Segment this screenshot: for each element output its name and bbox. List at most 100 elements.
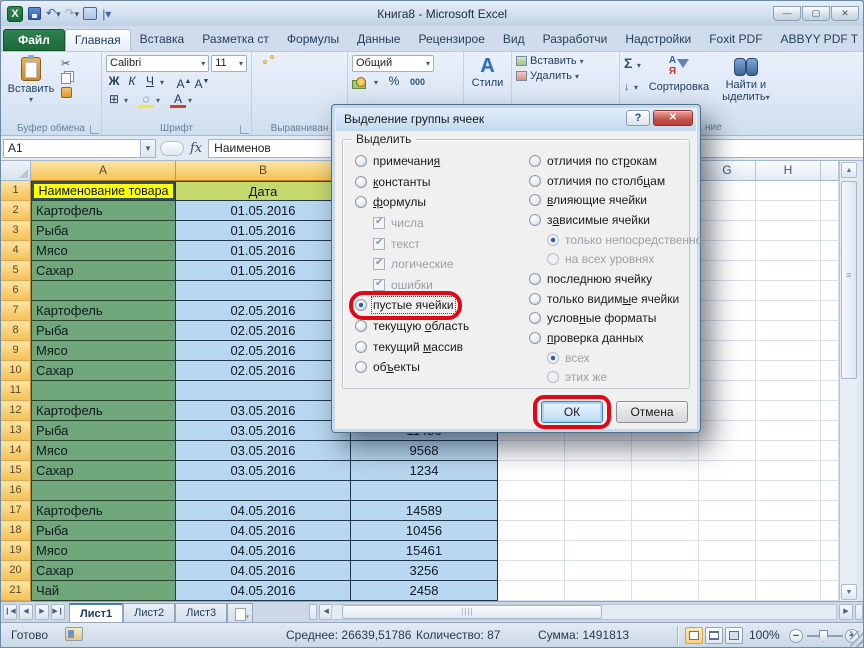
find-select-icon[interactable] — [734, 58, 758, 74]
font-size-select[interactable]: 11▾ — [211, 55, 247, 72]
sheet-tab-Лист1[interactable]: Лист1 — [69, 603, 123, 622]
zoom-slider-thumb[interactable] — [819, 630, 828, 642]
cell[interactable] — [756, 521, 821, 541]
cell[interactable] — [498, 521, 565, 541]
dlg-right-option-0[interactable]: отличия по строкам — [529, 151, 657, 171]
radio-условные форматы[interactable] — [529, 312, 541, 324]
number-format-select[interactable]: Общий▾ — [352, 55, 434, 72]
cell[interactable] — [756, 341, 821, 361]
formula-bar-handle[interactable] — [160, 141, 184, 156]
cell[interactable] — [699, 241, 756, 261]
cell[interactable] — [699, 181, 756, 201]
accounting-format-icon[interactable] — [352, 77, 366, 88]
cell[interactable] — [498, 561, 565, 581]
horizontal-scroll-thumb[interactable] — [342, 605, 602, 619]
col-header-A[interactable]: A — [31, 161, 176, 181]
row-header-21[interactable]: 21 — [1, 581, 31, 601]
cell[interactable] — [699, 481, 756, 501]
cell-B14[interactable]: 03.05.2016 — [176, 441, 351, 461]
cell-C14[interactable]: 9568 — [351, 441, 498, 461]
insert-cells-button[interactable]: Вставить▾ — [516, 55, 615, 67]
cell-A10[interactable]: Сахар — [31, 361, 176, 381]
cell[interactable] — [699, 281, 756, 301]
cell[interactable] — [699, 261, 756, 281]
cell[interactable] — [821, 261, 839, 281]
align-top-icon[interactable] — [256, 55, 260, 59]
cell[interactable] — [699, 541, 756, 561]
ribbon-tab-Главная[interactable]: Главная — [65, 29, 131, 51]
row-header-13[interactable]: 13 — [1, 421, 31, 441]
cell-A7[interactable]: Картофель — [31, 301, 176, 321]
cell[interactable] — [821, 561, 839, 581]
cell[interactable] — [699, 201, 756, 221]
dlg-left-option-10[interactable]: объекты — [355, 357, 420, 378]
cell[interactable] — [756, 281, 821, 301]
cell[interactable] — [565, 521, 632, 541]
dialog-help-button[interactable]: ? — [626, 110, 650, 126]
cell-A8[interactable]: Рыба — [31, 321, 176, 341]
dlg-left-option-9[interactable]: текущий массив — [355, 336, 463, 357]
next-sheet-icon[interactable]: ▶ — [35, 604, 49, 620]
window-minimize-button[interactable]: — — [773, 6, 801, 21]
cell[interactable] — [632, 481, 699, 501]
radio-влияющие ячейки[interactable] — [529, 194, 541, 206]
radio-объекты[interactable] — [355, 361, 367, 373]
dlg-right-option-3[interactable]: зависимые ячейки — [529, 210, 650, 230]
cell-C18[interactable]: 10456 — [351, 521, 498, 541]
col-header-G[interactable]: G — [699, 161, 756, 181]
radio-отличия по строкам[interactable] — [529, 155, 541, 167]
cell[interactable] — [565, 581, 632, 601]
cell-A9[interactable]: Мясо — [31, 341, 176, 361]
row-header-15[interactable]: 15 — [1, 461, 31, 481]
align-middle-icon[interactable] — [263, 55, 267, 59]
shrink-font-button[interactable]: А▼ — [194, 74, 210, 90]
file-tab[interactable]: Файл — [3, 29, 65, 51]
row-header-3[interactable]: 3 — [1, 221, 31, 241]
font-color-button[interactable]: А — [170, 92, 186, 108]
col-header-B[interactable]: B — [176, 161, 351, 181]
cell[interactable] — [699, 421, 756, 441]
cell[interactable] — [756, 421, 821, 441]
select-all-corner[interactable] — [1, 161, 31, 181]
cell[interactable] — [821, 481, 839, 501]
cell-A13[interactable]: Рыба — [31, 421, 176, 441]
cell-A1[interactable]: Наименование товара — [31, 181, 176, 201]
cell[interactable] — [699, 341, 756, 361]
row-header-2[interactable]: 2 — [1, 201, 31, 221]
cell-B2[interactable]: 01.05.2016 — [176, 201, 351, 221]
styles-icon[interactable]: А — [468, 55, 507, 77]
cell[interactable] — [565, 461, 632, 481]
cell[interactable] — [756, 381, 821, 401]
cell[interactable] — [821, 181, 839, 201]
cell[interactable] — [699, 361, 756, 381]
cancel-button[interactable]: Отмена — [616, 401, 688, 423]
cell[interactable] — [756, 181, 821, 201]
row-header-7[interactable]: 7 — [1, 301, 31, 321]
cell[interactable] — [756, 541, 821, 561]
cell[interactable] — [699, 221, 756, 241]
radio-текущий массив[interactable] — [355, 341, 367, 353]
cell-A20[interactable]: Сахар — [31, 561, 176, 581]
first-sheet-icon[interactable]: ❙◀ — [3, 604, 17, 620]
ribbon-tab-Данные[interactable]: Данные — [348, 29, 409, 51]
sort-filter-icon[interactable]: АЯ — [669, 55, 689, 77]
wrap-text-icon[interactable] — [277, 60, 281, 64]
ribbon-tab-Вид[interactable]: Вид — [494, 29, 534, 51]
cell-B13[interactable]: 03.05.2016 — [176, 421, 351, 441]
cell[interactable] — [632, 501, 699, 521]
scroll-right-icon[interactable]: ▶ — [839, 604, 853, 620]
normal-view-button[interactable] — [685, 627, 703, 644]
ribbon-tab-Foxit PDF[interactable]: Foxit PDF — [700, 29, 771, 51]
cell[interactable] — [498, 501, 565, 521]
radio-последнюю ячейку[interactable] — [529, 273, 541, 285]
radio-только видимые ячейки[interactable] — [529, 293, 541, 305]
cell[interactable] — [699, 381, 756, 401]
cell[interactable] — [821, 221, 839, 241]
resize-grip[interactable] — [850, 631, 864, 647]
cell-B9[interactable]: 02.05.2016 — [176, 341, 351, 361]
dlg-left-option-1[interactable]: константы — [355, 172, 430, 193]
vertical-scroll-thumb[interactable] — [841, 181, 857, 379]
radio-проверка данных[interactable] — [529, 332, 541, 344]
cell-B11[interactable] — [176, 381, 351, 401]
cell[interactable] — [821, 541, 839, 561]
